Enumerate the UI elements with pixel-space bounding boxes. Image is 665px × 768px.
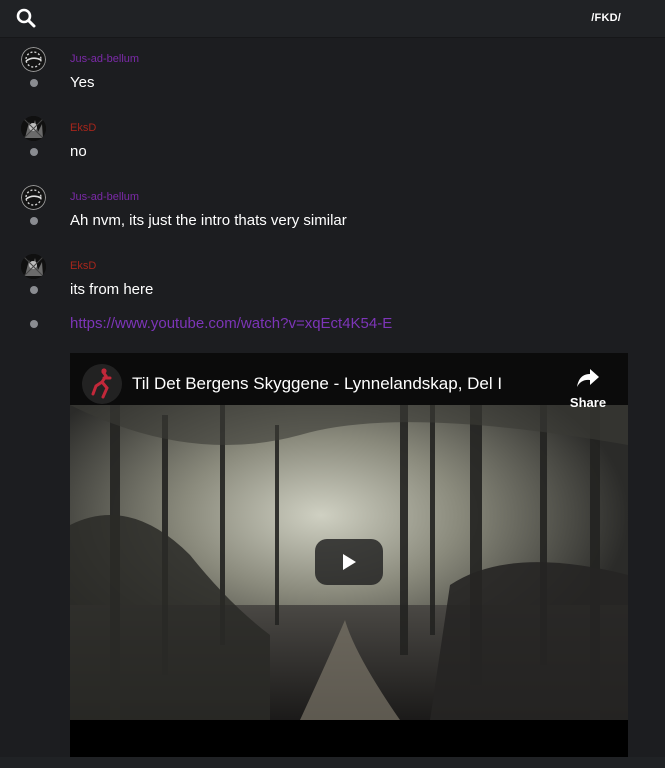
share-icon: [577, 369, 599, 387]
message-text: Yes: [70, 74, 95, 91]
bottom-strip: [0, 757, 665, 768]
video-embed[interactable]: Til Det Bergens Skyggene - Lynnelandskap…: [70, 353, 628, 758]
search-icon[interactable]: [16, 8, 36, 28]
channel-name[interactable]: /FKD/: [591, 12, 621, 24]
embed-header: Til Det Bergens Skyggene - Lynnelandskap…: [70, 353, 628, 405]
message-dot: [30, 217, 38, 225]
message-dot: [30, 320, 38, 328]
share-label: Share: [569, 395, 607, 410]
message-text: no: [70, 143, 87, 160]
channel-logo[interactable]: [82, 364, 122, 404]
message-dot: [30, 286, 38, 294]
play-icon: [343, 554, 356, 570]
top-bar: /FKD/: [0, 0, 665, 38]
share-button[interactable]: Share: [563, 365, 613, 411]
youtube-link[interactable]: https://www.youtube.com/watch?v=xqEct4K5…: [70, 315, 392, 332]
message-author[interactable]: EksD: [70, 122, 96, 134]
message-author[interactable]: Jus-ad-bellum: [70, 53, 139, 65]
video-title[interactable]: Til Det Bergens Skyggene - Lynnelandskap…: [132, 374, 502, 394]
message-dot: [30, 79, 38, 87]
message-dot: [30, 148, 38, 156]
message-text: its from here: [70, 281, 154, 298]
message-author[interactable]: Jus-ad-bellum: [70, 191, 139, 203]
avatar[interactable]: [21, 185, 46, 210]
play-button[interactable]: [315, 539, 383, 585]
message-text: Ah nvm, its just the intro thats very si…: [70, 212, 347, 229]
avatar[interactable]: [21, 254, 46, 279]
avatar[interactable]: [21, 116, 46, 141]
message-author[interactable]: EksD: [70, 260, 96, 272]
avatar[interactable]: [21, 47, 46, 72]
